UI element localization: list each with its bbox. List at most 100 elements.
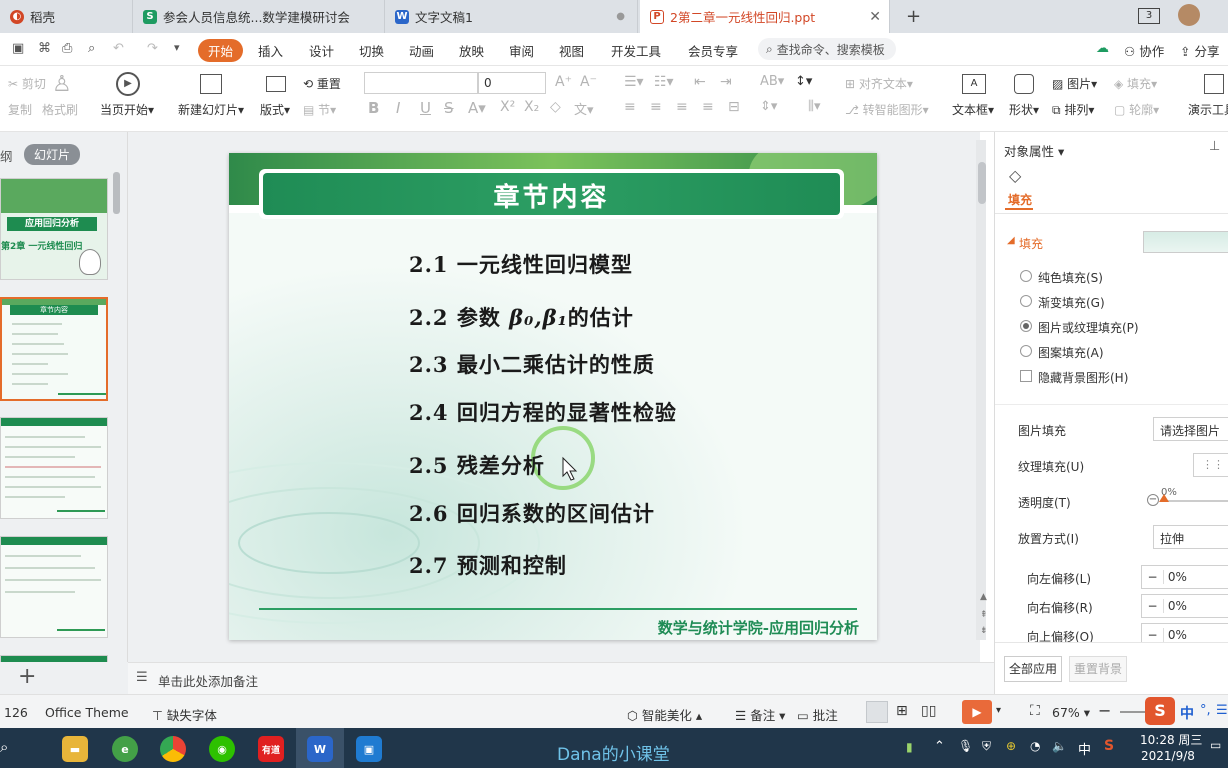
canvas-scrollbar-thumb[interactable] [978,162,986,204]
gradient-fill-radio[interactable] [1020,295,1032,307]
sorter-view-icon[interactable]: ⊞ [896,703,908,719]
solid-fill-radio[interactable] [1020,270,1032,282]
pin-icon[interactable]: ⊥ [1209,139,1220,154]
customize-icon[interactable]: ▾ [174,41,180,54]
placement-select[interactable]: 拉伸 [1153,525,1228,549]
strikethrough-icon[interactable]: S [444,99,454,117]
fill-preview-swatch[interactable] [1143,231,1228,253]
superscript-icon[interactable]: X² [500,99,515,115]
picture-fill-radio[interactable] [1020,320,1032,332]
eraser-icon[interactable]: ◇ [550,99,561,115]
align-text-button[interactable]: ⊞ 对齐文本▾ [845,75,913,92]
pattern-fill-radio[interactable] [1020,345,1032,357]
reading-view-icon[interactable]: ▯▯ [921,703,936,719]
youdao-icon[interactable]: 有道 [258,736,284,762]
outline-button[interactable]: ▢ 轮廓▾ [1114,101,1159,118]
volume-icon[interactable]: 🔈 [1052,739,1067,753]
font-size-select[interactable]: 0 [478,72,546,94]
save-icon[interactable]: ▣ [12,41,24,56]
align-left-icon[interactable]: ≡ [624,99,636,115]
convert-smartart-button[interactable]: ⎇ 转智能图形▾ [845,101,929,118]
ime-punct-icon[interactable]: °, [1200,703,1211,718]
justify-icon[interactable]: ≡ [702,99,714,115]
line-spacing-icon[interactable]: ↕▾ [795,74,812,89]
menu-slideshow[interactable]: 放映 [459,41,484,60]
ime-mode-indicator[interactable]: 中 [1180,703,1194,723]
microphone-icon[interactable]: 🎙 [958,739,973,753]
redo-icon[interactable]: ↷ [147,41,158,56]
print-preview-icon[interactable]: ⌕ [88,41,95,56]
indent-decrease-icon[interactable]: ⇤ [694,74,706,90]
play-current-button[interactable]: 当页开始▾ [100,101,154,118]
picture-button[interactable]: ▨ 图片▾ [1052,75,1097,92]
window-count-badge[interactable]: 3 [1138,8,1160,24]
print-icon[interactable]: ⎙ [62,41,72,56]
font-name-select[interactable] [364,72,478,94]
share-button[interactable]: ⇪ 分享 [1180,41,1219,60]
menu-animation[interactable]: 动画 [409,41,434,60]
ime-menu-icon[interactable]: ☰ [1216,703,1228,718]
slide-thumbnail-1[interactable]: 应用回归分析 第2章 一元线性回归 [0,178,108,280]
fit-window-icon[interactable]: ⛶ [1030,703,1040,719]
arrange-button[interactable]: ⧉ 排列▾ [1052,101,1094,118]
transparency-slider-thumb[interactable] [1159,494,1169,502]
align-right-icon[interactable]: ≡ [676,99,688,115]
scroll-up-icon[interactable]: ▲ [980,592,987,602]
language-indicator[interactable]: 中 [1078,739,1091,758]
tab-spreadsheet[interactable]: S 参会人员信息统...数学建模研讨会 [133,0,385,33]
reset-background-button[interactable]: 重置背景 [1069,656,1127,682]
fill-tab[interactable]: 填充 [1008,191,1032,208]
collapse-fill-icon[interactable]: ◢ [1007,235,1015,246]
present-tool-button[interactable]: 演示工具 [1188,101,1228,118]
thumb-scrollbar[interactable] [113,172,120,214]
share-link-icon[interactable]: ⌘ [38,41,51,56]
reset-button[interactable]: ⟲ 重置 [303,75,341,92]
format-painter-button[interactable]: 格式刷 [42,101,78,118]
next-slide-icon[interactable]: ⇟ [980,626,988,636]
menu-developer[interactable]: 开发工具 [611,41,661,60]
slide-thumbnail-4[interactable] [0,536,108,638]
apply-all-button[interactable]: 全部应用 [1004,656,1062,682]
notes-toggle-button[interactable]: ☰ 备注 ▾ [735,705,785,724]
add-slide-icon[interactable]: + [18,664,36,689]
numbering-icon[interactable]: ☷▾ [654,74,674,90]
wps-icon[interactable]: W [307,736,333,762]
wechat-icon[interactable]: ◉ [209,736,235,762]
align-center-icon[interactable]: ≡ [650,99,662,115]
outline-tab[interactable]: 纲 [0,146,13,165]
slide-thumbnail-2[interactable]: 章节内容 [0,297,108,401]
new-tab-icon[interactable]: + [906,6,921,27]
missing-font-button[interactable]: ⊤ 缺失字体 [152,705,217,724]
zoom-level[interactable]: 67% ▾ [1052,705,1090,720]
search-box[interactable]: ⌕ 查找命令、搜索模板 [758,38,896,60]
comment-button[interactable]: ▭ 批注 [797,705,838,724]
screen-recorder-icon[interactable]: ▣ [356,736,382,762]
offset-left-stepper[interactable]: − 0% [1141,565,1228,589]
file-explorer-icon[interactable]: ▬ [62,736,88,762]
collab-button[interactable]: ⚇ 协作 [1124,41,1164,60]
slides-tab[interactable]: 幻灯片 [24,144,81,165]
cut-button[interactable]: ✂ 剪切 [8,75,46,92]
texture-picker[interactable]: ⋮⋮ [1193,453,1228,477]
hide-bg-checkbox[interactable] [1020,370,1032,382]
distribute-icon[interactable]: ⊟ [728,99,740,115]
italic-icon[interactable]: I [396,99,400,117]
slideshow-play-icon[interactable]: ▶ [962,700,992,724]
slideshow-dropdown-icon[interactable]: ▾ [996,705,1001,716]
slide-thumbnail-3[interactable] [0,417,108,519]
notes-area[interactable]: ☰ 单击此处添加备注 [128,662,994,694]
tray-app-icon[interactable]: ⊕ [1006,739,1016,753]
font-shrink-icon[interactable]: A⁻ [580,74,597,90]
indent-increase-icon[interactable]: ⇥ [720,74,732,90]
menu-design[interactable]: 设计 [309,41,334,60]
offset-right-stepper[interactable]: − 0% [1141,594,1228,618]
security-icon[interactable]: ⛨ [982,739,991,754]
avatar[interactable] [1178,4,1200,26]
section-button[interactable]: ▤ 节▾ [303,101,336,118]
decrement-icon[interactable]: − [1142,599,1164,613]
layout-button[interactable]: 版式▾ [260,101,290,118]
search-icon[interactable]: ⌕ [0,738,8,756]
font-grow-icon[interactable]: A⁺ [555,74,572,90]
tab-word[interactable]: W 文字文稿1 ● [385,0,638,33]
bold-icon[interactable]: B [368,99,379,117]
